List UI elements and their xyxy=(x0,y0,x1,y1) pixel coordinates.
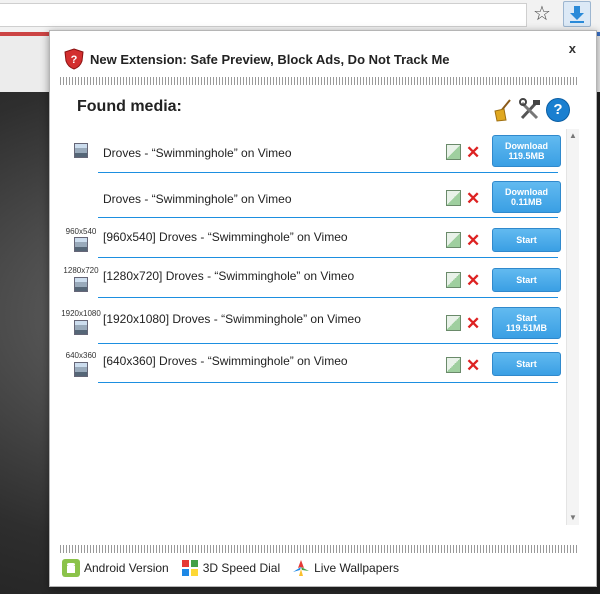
button-label: Start xyxy=(516,235,537,245)
copy-icon[interactable] xyxy=(446,232,461,248)
speed-dial-link[interactable]: 3D Speed Dial xyxy=(181,559,280,577)
close-button[interactable]: x xyxy=(569,41,576,56)
row-separator xyxy=(98,172,558,173)
resolution-label: 640x360 xyxy=(65,351,97,360)
download-button[interactable]: Download 0.11MB xyxy=(492,181,561,213)
speed-dial-icon xyxy=(181,560,198,576)
media-row: 640x360 [640x360] Droves - “Swimminghole… xyxy=(60,345,561,385)
media-row: 1920x1080 [1920x1080] Droves - “Swimming… xyxy=(60,299,561,345)
media-row: Droves - “Swimminghole” on Vimeo ✕ Downl… xyxy=(60,176,561,218)
button-size: 0.11MB xyxy=(510,197,543,207)
button-size: 119.51MB xyxy=(505,323,548,333)
divider xyxy=(60,545,578,553)
row-separator xyxy=(98,343,558,344)
resolution-label: 1920x1080 xyxy=(61,309,101,318)
address-bar[interactable] xyxy=(0,3,527,27)
android-version-link[interactable]: Android Version xyxy=(62,559,169,577)
copy-icon[interactable] xyxy=(446,357,461,373)
download-arrow-icon xyxy=(570,6,584,23)
start-button[interactable]: Start xyxy=(492,352,561,376)
scroll-up-icon[interactable]: ▲ xyxy=(569,131,577,140)
help-icon[interactable]: ? xyxy=(546,98,570,122)
copy-icon[interactable] xyxy=(446,272,461,288)
speed-dial-label: 3D Speed Dial xyxy=(202,561,281,575)
row-separator xyxy=(98,257,558,258)
download-extension-button[interactable] xyxy=(563,1,591,27)
video-file-icon xyxy=(74,237,88,252)
delete-icon[interactable]: ✕ xyxy=(466,144,480,161)
scroll-down-icon[interactable]: ▼ xyxy=(569,513,577,522)
button-label: Download xyxy=(505,187,548,197)
resolution-label: 960x540 xyxy=(65,227,97,236)
copy-icon[interactable] xyxy=(446,190,461,206)
wallpapers-label: Live Wallpapers xyxy=(314,561,400,575)
scrollbar[interactable]: ▲ ▼ xyxy=(566,129,579,525)
wallpapers-icon xyxy=(293,560,310,576)
delete-icon[interactable]: ✕ xyxy=(466,232,480,249)
delete-icon[interactable]: ✕ xyxy=(466,357,480,374)
svg-text:?: ? xyxy=(71,54,78,66)
video-file-icon xyxy=(74,143,88,158)
button-label: Download xyxy=(505,141,548,151)
browser-toolbar: ☆ xyxy=(0,0,600,33)
copy-icon[interactable] xyxy=(446,144,461,160)
android-icon xyxy=(62,559,80,577)
divider xyxy=(60,77,578,85)
button-label: Start xyxy=(516,359,537,369)
start-button[interactable]: Start xyxy=(492,268,561,292)
shield-icon: ? xyxy=(64,48,84,70)
bookmark-star-icon[interactable]: ☆ xyxy=(533,3,551,25)
start-button[interactable]: Start xyxy=(492,228,561,252)
media-row: 960x540 [960x540] Droves - “Swimminghole… xyxy=(60,221,561,259)
media-row: Droves - “Swimminghole” on Vimeo ✕ Downl… xyxy=(60,129,561,173)
video-file-icon xyxy=(74,362,88,377)
resolution-label: 1280x720 xyxy=(63,266,99,275)
broom-icon[interactable] xyxy=(492,98,514,122)
row-separator xyxy=(98,382,558,383)
row-separator xyxy=(98,297,558,298)
delete-icon[interactable]: ✕ xyxy=(466,272,480,289)
media-title: [1280x720] Droves - “Swimminghole” on Vi… xyxy=(103,269,355,283)
media-title: [1920x1080] Droves - “Swimminghole” on V… xyxy=(103,312,361,326)
media-row: 1280x720 [1280x720] Droves - “Swimmingho… xyxy=(60,261,561,301)
media-list: Droves - “Swimminghole” on Vimeo ✕ Downl… xyxy=(60,129,568,529)
footer-links: Android Version 3D Speed Dial Live Wallp… xyxy=(62,559,405,577)
button-label: Start xyxy=(516,313,537,323)
media-title: [640x360] Droves - “Swimminghole” on Vim… xyxy=(103,354,348,368)
live-wallpapers-link[interactable]: Live Wallpapers xyxy=(292,559,399,577)
start-button[interactable]: Start 119.51MB xyxy=(492,307,561,339)
delete-icon[interactable]: ✕ xyxy=(466,190,480,207)
delete-icon[interactable]: ✕ xyxy=(466,315,480,332)
found-media-heading: Found media: xyxy=(77,98,182,115)
row-separator xyxy=(98,217,558,218)
android-link-label: Android Version xyxy=(84,561,169,575)
promo-text: New Extension: Safe Preview, Block Ads, … xyxy=(90,51,450,67)
extension-popup: x ? New Extension: Safe Preview, Block A… xyxy=(49,30,597,587)
media-title: Droves - “Swimminghole” on Vimeo xyxy=(103,192,292,206)
toolbar-icons: ? xyxy=(492,98,570,122)
button-size: 119.5MB xyxy=(508,151,545,161)
video-file-icon xyxy=(74,320,88,335)
download-button[interactable]: Download 119.5MB xyxy=(492,135,561,167)
media-title: Droves - “Swimminghole” on Vimeo xyxy=(103,146,292,160)
promo-banner[interactable]: ? New Extension: Safe Preview, Block Ads… xyxy=(64,47,450,71)
tools-icon[interactable] xyxy=(518,98,542,122)
video-file-icon xyxy=(74,277,88,292)
copy-icon[interactable] xyxy=(446,315,461,331)
media-title: [960x540] Droves - “Swimminghole” on Vim… xyxy=(103,230,348,244)
button-label: Start xyxy=(516,275,537,285)
